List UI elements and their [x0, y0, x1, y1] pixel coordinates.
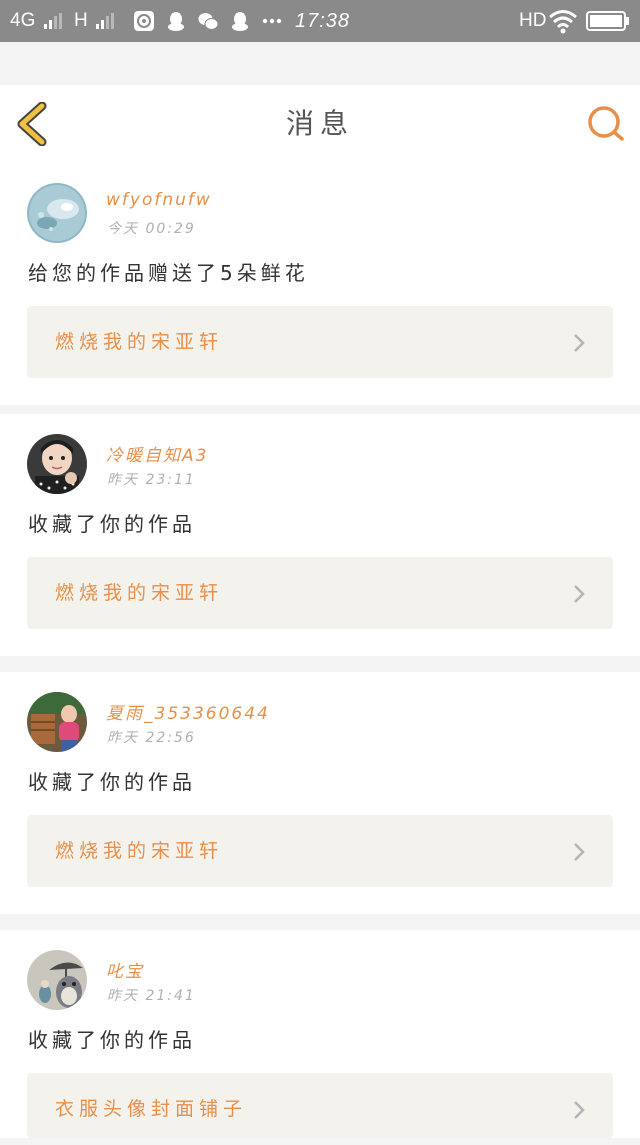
nav-header: 消息 [0, 85, 640, 164]
avatar-image [27, 950, 87, 1010]
username[interactable]: wfyofnufw [106, 190, 212, 210]
avatar[interactable] [27, 434, 87, 494]
avatar-image [27, 434, 87, 494]
signal-bars-icon [43, 12, 64, 29]
chevron-right-icon [574, 334, 585, 352]
message-text: 收藏了你的作品 [28, 1028, 196, 1052]
timestamp: 昨天 22:56 [107, 730, 196, 746]
network-4g-indicator: 4G [10, 0, 64, 42]
work-link[interactable]: 燃烧我的宋亚轩 [27, 306, 613, 378]
qq-icon [232, 12, 248, 31]
chevron-right-icon [574, 843, 585, 861]
work-title: 燃烧我的宋亚轩 [55, 840, 224, 862]
more-dots-icon [262, 18, 282, 24]
network-h-indicator: H [74, 0, 116, 42]
network-h-label: H [74, 10, 88, 31]
timestamp: 今天 00:29 [107, 221, 196, 237]
avatar-image [27, 183, 87, 243]
work-title: 燃烧我的宋亚轩 [55, 331, 224, 353]
username[interactable]: 冷暖自知A3 [106, 441, 208, 466]
message-text: 收藏了你的作品 [28, 512, 196, 536]
message-card[interactable]: 叱宝 昨天 21:41 收藏了你的作品 衣服头像封面铺子 [0, 930, 640, 1138]
username[interactable]: 夏雨_353360644 [106, 699, 270, 724]
timestamp: 昨天 23:11 [107, 472, 196, 488]
work-link[interactable]: 燃烧我的宋亚轩 [27, 557, 613, 629]
battery-icon [586, 11, 629, 31]
work-link[interactable]: 燃烧我的宋亚轩 [27, 815, 613, 887]
work-link[interactable]: 衣服头像封面铺子 [27, 1073, 613, 1138]
signal-bars-icon [96, 12, 116, 29]
timestamp: 昨天 21:41 [107, 988, 196, 1004]
browser-app-icon [134, 11, 154, 31]
avatar[interactable] [27, 692, 87, 752]
notification-icons [133, 9, 283, 33]
username[interactable]: 叱宝 [106, 957, 144, 982]
status-time: 17:38 [295, 10, 351, 32]
message-text: 收藏了你的作品 [28, 770, 196, 794]
search-icon[interactable] [586, 104, 626, 144]
avatar[interactable] [27, 950, 87, 1010]
hd-label: HD [519, 10, 547, 31]
message-card[interactable]: 夏雨_353360644 昨天 22:56 收藏了你的作品 燃烧我的宋亚轩 [0, 672, 640, 914]
chevron-right-icon [574, 1101, 585, 1119]
avatar-image [27, 692, 87, 752]
work-title: 燃烧我的宋亚轩 [55, 582, 224, 604]
wechat-icon [198, 13, 219, 30]
message-text: 给您的作品赠送了5朵鲜花 [28, 261, 309, 285]
network-4g-label: 4G [10, 10, 36, 31]
page-title: 消息 [285, 107, 354, 140]
status-bar: 4G H 17:38 HD [0, 0, 640, 42]
work-title: 衣服头像封面铺子 [55, 1098, 248, 1120]
chevron-right-icon [574, 585, 585, 603]
avatar[interactable] [27, 183, 87, 243]
wifi-icon [549, 10, 577, 34]
message-card[interactable]: wfyofnufw 今天 00:29 给您的作品赠送了5朵鲜花 燃烧我的宋亚轩 [0, 163, 640, 405]
qq-icon [168, 12, 184, 31]
message-card[interactable]: 冷暖自知A3 昨天 23:11 收藏了你的作品 燃烧我的宋亚轩 [0, 414, 640, 656]
